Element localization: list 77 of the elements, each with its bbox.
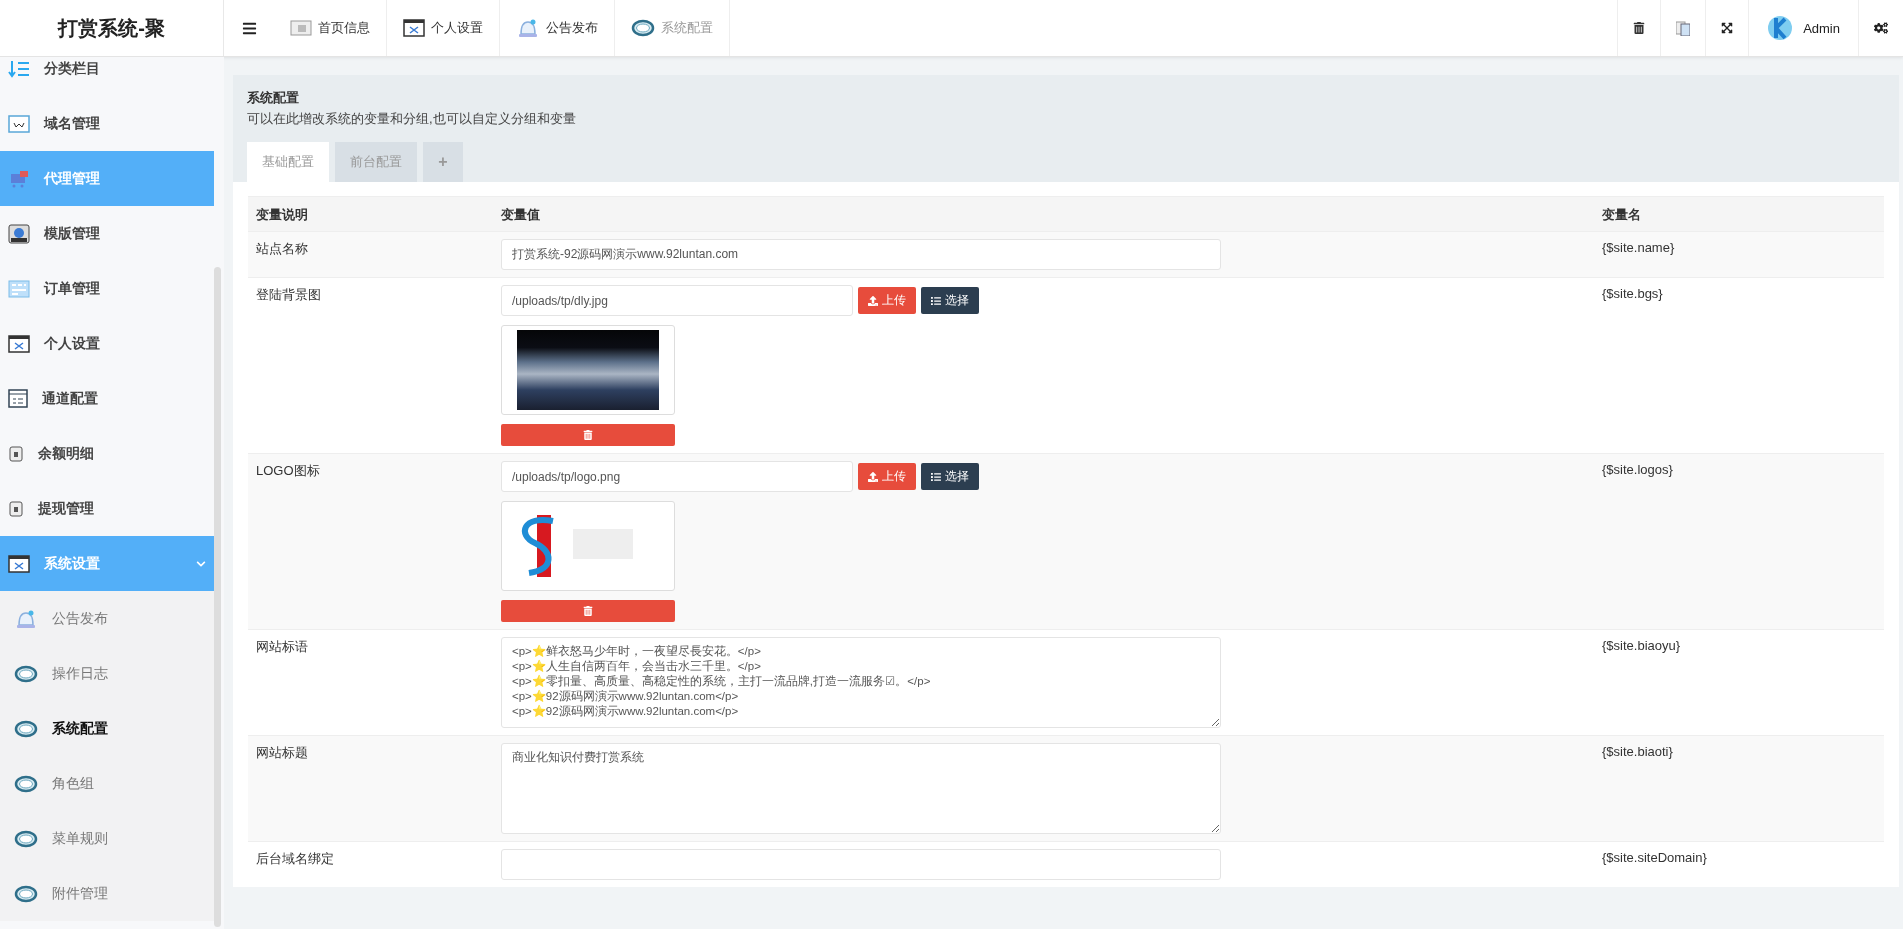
upload-icon [868,295,878,306]
upload-button[interactable]: 上传 [858,287,916,314]
choose-button[interactable]: 选择 [921,463,979,490]
sidebar-item[interactable]: 分类栏目 [0,57,214,96]
template-icon [8,223,30,244]
delete-button[interactable] [501,600,675,622]
nav-tab[interactable]: 公告发布 [500,0,615,56]
panel-description: 可以在此增改系统的变量和分组,也可以自定义分组和变量 [247,110,577,128]
variable-name: {$site.name} [1601,239,1676,257]
row-label: 登陆背景图 [255,286,322,304]
sidebar-subitem[interactable]: 附件管理 [0,866,214,921]
text-field[interactable] [501,849,1221,880]
delete-button[interactable] [501,424,675,446]
sidebar-subitem[interactable]: 公告发布 [0,591,214,646]
column-header: 变量值 [500,206,541,224]
sidebar-item[interactable]: 余额明细 [0,426,214,481]
sidebar-item[interactable]: 个人设置 [0,316,214,371]
brand-title: 打赏系统-聚 [0,0,224,56]
sidebar-item[interactable]: 通道配置 [0,371,214,426]
chevron-icon [196,558,206,569]
list-icon [931,471,941,482]
variable-name: {$site.bgs} [1601,285,1664,303]
sidebar-item[interactable]: 提现管理 [0,481,214,536]
wallet-icon [8,444,24,463]
avatar-icon [1767,15,1794,41]
upload-icon [868,471,878,482]
sidebar-item[interactable]: 订单管理 [0,261,214,316]
text-field[interactable]: 打赏系统-92源码网演示www.92luntan.com [501,239,1221,270]
row-label: 网站标语 [255,638,309,656]
row-label: 后台域名绑定 [255,850,335,868]
text-area[interactable]: 商业化知识付费打赏系统 [501,743,1221,834]
sort-list-icon [8,59,30,78]
list-icon [931,295,941,306]
picture-frame-icon [290,20,312,36]
ring-icon [14,829,38,848]
nav-tab[interactable]: 个人设置 [387,0,500,56]
settings-window-icon [403,19,425,37]
bell-icon [14,608,38,629]
bell-icon [516,18,540,38]
sidebar-item[interactable]: 模版管理 [0,206,214,261]
ring-icon [14,719,38,738]
column-header: 变量说明 [255,206,309,224]
browser-window-icon [8,114,30,133]
ring-icon [14,774,38,793]
path-field[interactable]: /uploads/tp/dly.jpg [501,285,853,316]
user-menu[interactable]: Admin [1748,0,1858,56]
sidebar-subitem[interactable]: 菜单规则 [0,811,214,866]
sidebar-item[interactable]: 域名管理 [0,96,214,151]
network-grid-icon [8,279,30,298]
scrollbar-thumb[interactable] [214,267,221,927]
variable-name: {$site.logos} [1601,461,1674,479]
trash-icon [583,606,593,616]
text-area[interactable]: <p>⭐鲜衣怒马少年时，一夜望尽長安花。</p> <p>⭐人生自信两百年，会当击水三千里。</p> <p>⭐零扣量、高质量、高稳定性的系统，主打一流品牌,打造一流服务☑。</p> <p>⭐92源码网演示www.92luntan.com</p> <p>⭐92源码网演示www.92luntan.com</p> [501,637,1221,728]
variable-name: {$site.siteDomain} [1601,849,1708,867]
sidebar-subitem[interactable]: 操作日志 [0,646,214,701]
settings-window-icon [8,554,30,573]
sidebar-subitem[interactable]: 系统配置 [0,701,214,756]
variable-name: {$site.biaoyu} [1601,637,1682,655]
path-field[interactable]: /uploads/tp/logo.png [501,461,853,492]
ring-icon [14,664,38,683]
choose-button[interactable]: 选择 [921,287,979,314]
wallet-icon [8,499,24,518]
upload-button[interactable]: 上传 [858,463,916,490]
sidebar-subitem[interactable]: 角色组 [0,756,214,811]
row-label: 站点名称 [255,240,309,258]
cart-icon [8,169,30,188]
bill-icon [8,388,28,409]
panel-title: 系统配置 [247,89,300,107]
trash-icon [583,430,593,440]
settings-window-icon [8,334,30,353]
row-label: LOGO图标 [255,462,321,480]
column-header: 变量名 [1601,206,1642,224]
variable-name: {$site.biaoti} [1601,743,1674,761]
nav-tab[interactable]: 首页信息 [274,0,387,56]
ring-icon [14,884,38,903]
ring-icon [631,19,655,37]
row-label: 网站标题 [255,744,309,762]
